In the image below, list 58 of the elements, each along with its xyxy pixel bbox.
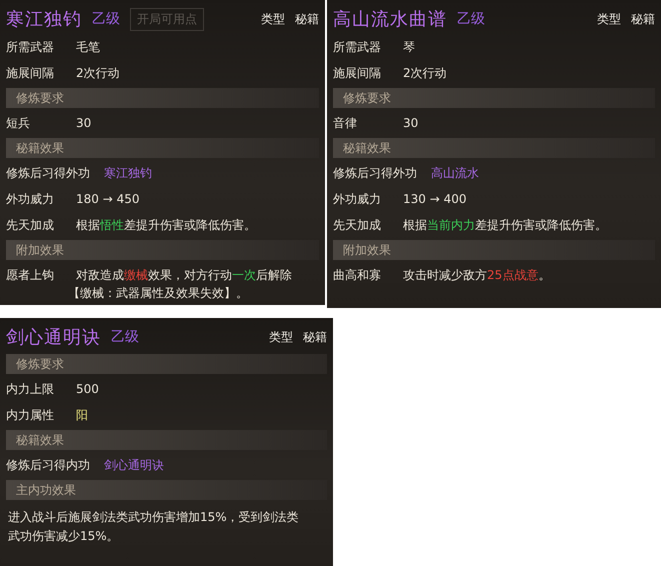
- field-value: 130 → 400: [403, 192, 466, 206]
- field-label: 修炼后习得内功: [6, 456, 91, 474]
- skill-title: 剑心通明诀: [6, 326, 101, 349]
- section-header: 修炼要求: [6, 88, 319, 108]
- field-label: 内力上限: [6, 380, 55, 398]
- grade-label: 乙级: [92, 10, 120, 28]
- section-header: 修炼要求: [333, 88, 655, 108]
- field-label: 音律: [333, 114, 358, 132]
- field-value: 2次行动: [76, 64, 120, 82]
- field-value: 2次行动: [403, 64, 447, 82]
- field-label: 施展间隔: [6, 64, 55, 82]
- field-value: 根据悟性差提升伤害或降低伤害。: [76, 216, 256, 234]
- section-header: 修炼要求: [6, 354, 327, 374]
- field-value: 根据当前内力差提升伤害或降低伤害。: [403, 216, 607, 234]
- background-text: 开局可用点: [130, 8, 204, 30]
- field-value: 高山流水: [431, 164, 479, 182]
- field-label: 所需武器: [333, 38, 382, 56]
- grade-label: 乙级: [111, 328, 139, 346]
- type-value: 秘籍: [295, 10, 319, 28]
- skill-title: 高山流水曲谱: [333, 8, 447, 31]
- field-label: 先天加成: [6, 216, 55, 234]
- field-label: 施展间隔: [333, 64, 382, 82]
- field-value: 30: [403, 116, 418, 130]
- section-header: 附加效果: [6, 240, 319, 260]
- field-value: 寒江独钓: [104, 164, 152, 182]
- grade-label: 乙级: [457, 10, 485, 28]
- field-label: 短兵: [6, 114, 31, 132]
- field-value: 攻击时减少敌方25点战意。: [403, 266, 550, 284]
- type-label: 类型: [269, 328, 293, 346]
- skill-title: 寒江独钓: [6, 8, 82, 31]
- field-label: 外功威力: [6, 190, 55, 208]
- field-label: 修炼后习得外功: [333, 164, 418, 182]
- field-value: 【缴械：武器属性及效果失效】。: [67, 285, 249, 302]
- field-label: 外功威力: [333, 190, 382, 208]
- section-header: 附加效果: [333, 240, 655, 260]
- field-label: 曲高和寡: [333, 266, 382, 284]
- field-value: 500: [76, 382, 99, 396]
- field-label: 修炼后习得外功: [6, 164, 91, 182]
- section-header: 主内功效果: [6, 480, 327, 500]
- type-value: 秘籍: [303, 328, 327, 346]
- section-header: 秘籍效果: [333, 138, 655, 158]
- type-value: 秘籍: [631, 10, 655, 28]
- type-label: 类型: [261, 10, 285, 28]
- field-value: 琴: [403, 38, 415, 56]
- field-label: 先天加成: [333, 216, 382, 234]
- effect-description: 进入战斗后施展剑法类武功伤害增加15%，受到剑法类 武功伤害减少15%。: [7, 509, 300, 545]
- section-header: 秘籍效果: [6, 430, 327, 450]
- field-value: 180 → 450: [76, 192, 140, 206]
- field-label: 愿者上钩: [6, 266, 55, 284]
- field-value: 对敌造成缴械效果，对方行动一次后解除: [76, 266, 292, 284]
- field-value: 剑心通明诀: [104, 456, 164, 474]
- field-value: 30: [76, 116, 92, 130]
- field-label: 内力属性: [6, 406, 55, 424]
- field-value: 毛笔: [76, 38, 100, 56]
- field-value: 阳: [76, 406, 88, 424]
- field-label: 所需武器: [6, 38, 55, 56]
- section-header: 秘籍效果: [6, 138, 319, 158]
- type-label: 类型: [597, 10, 621, 28]
